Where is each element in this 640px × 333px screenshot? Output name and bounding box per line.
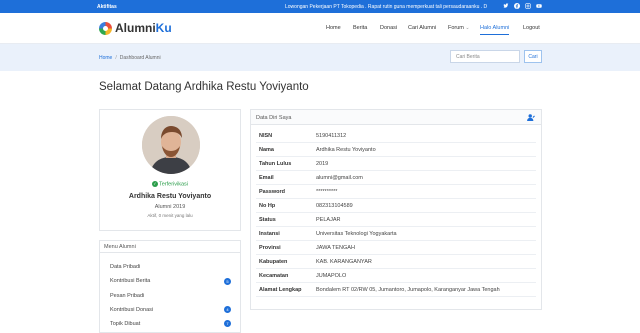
data-label: NISN <box>259 133 273 139</box>
menu-item-kontribusi-berita[interactable]: Kontribusi Berita <box>110 278 150 284</box>
data-label: Tahun Lulus <box>259 161 292 167</box>
data-value: Ardhika Restu Yoviyanto <box>316 147 376 153</box>
nav-berita[interactable]: Berita <box>353 25 367 31</box>
breadcrumb-bar: Home / Dashboard Alumni <box>0 44 640 71</box>
data-label: Instansi <box>259 231 280 237</box>
avatar <box>142 116 200 174</box>
menu-alumni-title: Menu Alumni <box>100 241 240 253</box>
menu-badge-kontribusi-donasi: 4 <box>224 306 231 313</box>
nav-home[interactable]: Home <box>326 25 341 31</box>
data-diri-card: Data Diri Saya NISN 5190411312 Nama Ardhik… <box>250 109 542 310</box>
youtube-icon[interactable] <box>536 3 542 9</box>
data-label: Alamat Lengkap <box>259 287 302 293</box>
nav-halo-alumni[interactable]: Halo Alumni <box>480 25 510 35</box>
check-circle-icon: ✓ <box>151 181 158 187</box>
data-value: JAWA TENGAH <box>316 245 355 251</box>
data-row-nisn: NISN 5190411312 <box>256 129 536 143</box>
data-row-status: Status PELAJAR <box>256 213 536 227</box>
profile-last-active: Aktif, 0 menit yang lalu <box>147 213 193 218</box>
breadcrumb-current: Dashboard Alumni <box>119 55 161 61</box>
main-navbar: AlumniKu Home Berita Donasi Cari Alumni … <box>0 13 640 44</box>
data-value: alumni@gmail.com <box>316 175 363 181</box>
data-row-tahun-lulus: Tahun Lulus 2019 <box>256 157 536 171</box>
profile-alumni-year: Alumni 2019 <box>154 204 186 210</box>
brand-logo[interactable]: AlumniKu <box>99 21 172 35</box>
data-label: Status <box>259 217 276 223</box>
aktifitas-label: Aktifitas <box>97 4 117 10</box>
nav-forum[interactable]: Forum ⌄ <box>448 25 470 31</box>
social-links <box>503 3 542 9</box>
menu-alumni-card: Menu Alumni Data Pribadi Kontribusi Beri… <box>99 240 241 333</box>
profile-card: ✓ Terferivikasi Ardhika Restu Yoviyanto A… <box>99 109 241 231</box>
nav-donasi[interactable]: Donasi <box>380 25 397 31</box>
data-row-instansi: Instansi Universitas Teknologi Yogyakarta <box>256 227 536 241</box>
page-title: Selamat Datang Ardhika Restu Yoviyanto <box>99 81 309 93</box>
data-label: Email <box>259 175 274 181</box>
data-row-kecamatan: Kecamatan JUMAPOLO <box>256 269 536 283</box>
menu-badge-topik-dibuat: 7 <box>224 320 231 327</box>
news-ticker[interactable]: Lowongan Pekerjaan PT Tokopedia . Rapat … <box>285 4 487 10</box>
data-value: 2019 <box>316 161 329 167</box>
menu-item-kontribusi-donasi[interactable]: Kontribusi Donasi <box>110 307 153 313</box>
search-input[interactable] <box>450 50 520 63</box>
data-value: 082313104589 <box>316 203 353 209</box>
nav-logout[interactable]: Logout <box>523 25 540 31</box>
data-value: Bondalem RT 02/RW 05, Jumantoro, Jumapol… <box>316 287 500 293</box>
data-label: Password <box>259 189 285 195</box>
search-button[interactable]: Cari <box>524 50 542 63</box>
data-row-nama: Nama Ardhika Restu Yoviyanto <box>256 143 536 157</box>
user-edit-icon[interactable] <box>527 114 535 121</box>
data-value: PELAJAR <box>316 217 341 223</box>
menu-item-data-pribadi[interactable]: Data Pribadi <box>110 264 140 270</box>
data-label: Kecamatan <box>259 273 289 279</box>
data-value: Universitas Teknologi Yogyakarta <box>316 231 397 237</box>
menu-badge-kontribusi-berita: 5 <box>224 278 231 285</box>
data-label: Nama <box>259 147 274 153</box>
breadcrumb-home[interactable]: Home <box>99 55 112 61</box>
brand-name-prefix: Alumni <box>115 21 156 35</box>
data-label: Kabupaten <box>259 259 288 265</box>
chevron-down-icon: ⌄ <box>465 25 470 31</box>
data-row-provinsi: Provinsi JAWA TENGAH <box>256 241 536 255</box>
data-row-password: Password ********** <box>256 185 536 199</box>
data-value: JUMAPOLO <box>316 273 347 279</box>
brand-name: AlumniKu <box>115 21 172 35</box>
facebook-icon[interactable] <box>514 3 520 9</box>
menu-item-pesan-pribadi[interactable]: Pesan Pribadi <box>110 293 144 299</box>
breadcrumb-separator: / <box>115 55 117 61</box>
verified-status: ✓ Terferivikasi <box>100 181 240 187</box>
data-diri-title: Data Diri Saya <box>256 115 292 121</box>
profile-name: Ardhika Restu Yoviyanto <box>128 193 212 200</box>
data-label: Provinsi <box>259 245 281 251</box>
data-row-email: Email alumni@gmail.com <box>256 171 536 185</box>
data-value: 5190411312 <box>316 133 347 139</box>
data-row-alamat-lengkap: Alamat Lengkap Bondalem RT 02/RW 05, Juma… <box>256 283 536 297</box>
brand-name-suffix: Ku <box>155 21 172 35</box>
top-bar: Aktifitas Lowongan Pekerjaan PT Tokopedi… <box>0 0 640 13</box>
data-value: ********** <box>316 189 338 195</box>
data-row-no-hp: No Hp 082313104589 <box>256 199 536 213</box>
data-label: No Hp <box>259 203 276 209</box>
data-row-kabupaten: Kabupaten KAB. KARANGANYAR <box>256 255 536 269</box>
twitter-icon[interactable] <box>503 3 509 9</box>
breadcrumb: Home / Dashboard Alumni <box>99 55 161 61</box>
logo-icon <box>99 21 112 35</box>
nav-forum-label: Forum <box>448 25 464 31</box>
data-value: KAB. KARANGANYAR <box>316 259 372 265</box>
nav-cari-alumni[interactable]: Cari Alumni <box>408 25 436 31</box>
verified-label: Terferivikasi <box>158 181 189 188</box>
menu-item-topik-dibuat[interactable]: Topik Dibuat <box>110 321 140 327</box>
instagram-icon[interactable] <box>525 3 531 9</box>
data-diri-header: Data Diri Saya <box>251 110 541 125</box>
